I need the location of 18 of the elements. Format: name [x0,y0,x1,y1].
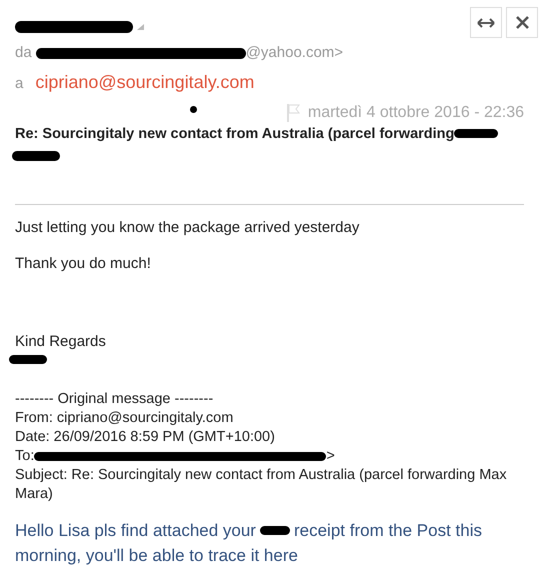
to-label: a [15,74,24,94]
from-label: da [15,43,32,63]
quoted-body-text: receipt from the Post this [294,520,482,542]
quoted-body-text: Hello Lisa pls find attached your [15,520,256,542]
subject-line: Re: Sourcingitaly new contact from Australia (parcel forwarding [15,126,454,142]
quoted-body-text: morning, you'll be able to trace it here [15,545,298,568]
quoted-text: To: [15,447,34,466]
quoted-text: Subject: Re: Sourcingitaly new contact from Australia (parcel forwarding Max Mara) [15,466,508,504]
sender-address: @yahoo.com> [246,43,344,63]
body-text: Thank you do much! [15,254,151,274]
body-text: Kind Regards [15,332,106,352]
message-date: martedì 4 ottobre 2016 - 22:36 [308,102,524,122]
quoted-text: Date: 26/09/2016 8:59 PM (GMT+10:00) [15,428,275,448]
quoted-text: From: cipriano@sourcingitaly.com [15,409,234,428]
body-text: Just letting you know the package arrived yesterday [15,218,360,238]
recipient-address: cipriano@sourcingitaly.com [35,70,254,94]
quoted-text: -------- Original message -------- [15,390,214,410]
quoted-text: > [326,447,335,466]
